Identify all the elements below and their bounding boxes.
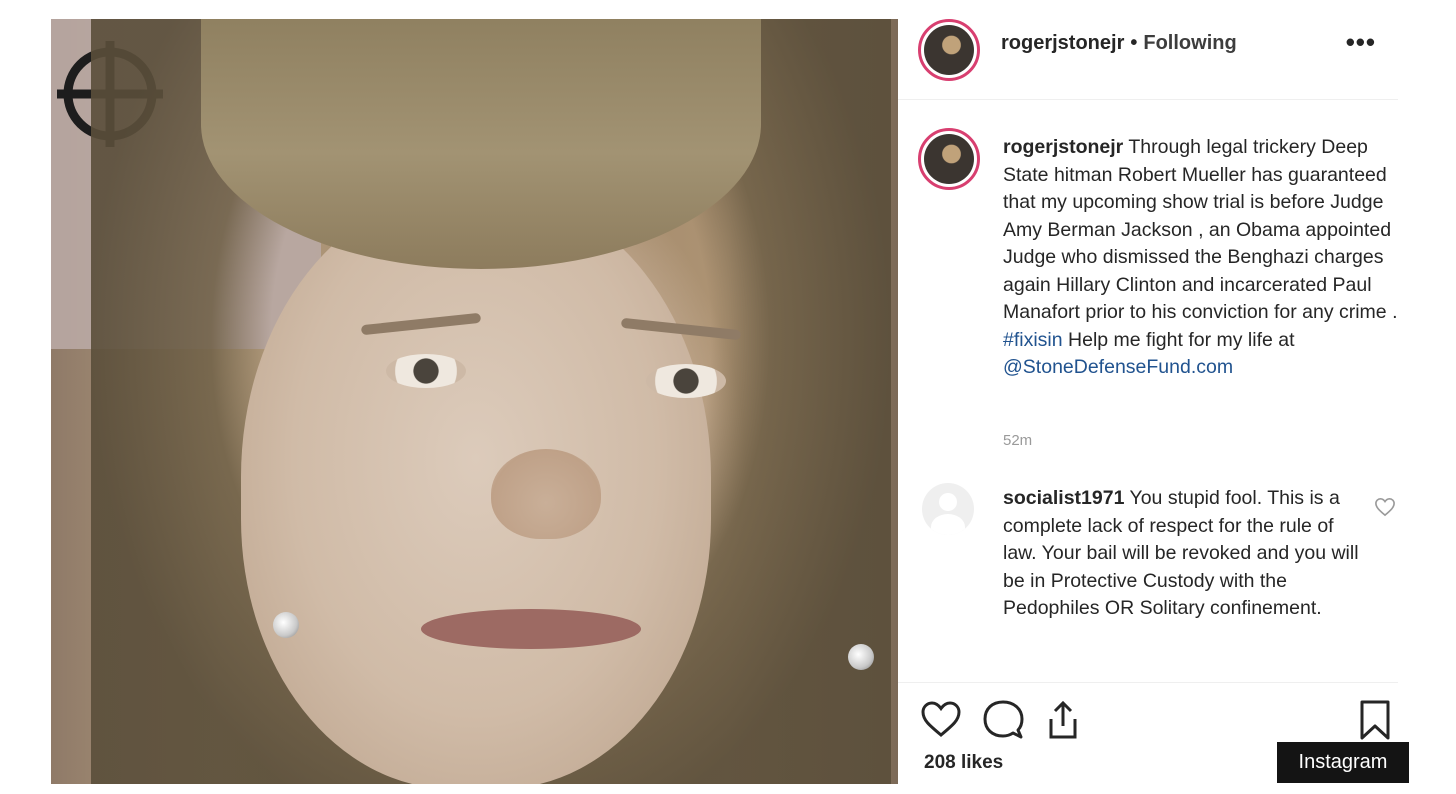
post-caption: rogerjstonejr Through legal trickery Dee… <box>1003 134 1398 382</box>
heart-icon[interactable] <box>920 699 962 741</box>
post-image <box>51 19 898 784</box>
default-avatar-body <box>931 514 965 535</box>
actions-divider <box>898 682 1398 683</box>
default-avatar-head <box>939 493 957 511</box>
left-earring <box>273 612 299 638</box>
caption-text: Through legal trickery Deep State hitman… <box>1003 136 1398 323</box>
action-bar <box>920 699 1390 741</box>
avatar-image <box>924 134 974 184</box>
right-eye <box>646 364 726 398</box>
likes-count[interactable]: 208 likes <box>924 752 1003 774</box>
comment-bubble-icon[interactable] <box>982 699 1024 741</box>
comment-username[interactable]: socialist1971 <box>1003 487 1124 509</box>
hashtag-link[interactable]: #fixisin <box>1003 329 1063 351</box>
face <box>241 189 711 784</box>
caption-username[interactable]: rogerjstonejr <box>1003 136 1123 158</box>
right-earring <box>848 644 874 670</box>
header-separator: • <box>1130 32 1138 54</box>
nose <box>491 449 601 539</box>
comment-avatar[interactable] <box>922 483 974 535</box>
caption-avatar[interactable] <box>918 128 980 190</box>
screenshot-stage: rogerjstonejr • Following ••• rogerjstonej… <box>0 0 1456 794</box>
header-divider <box>898 99 1398 100</box>
comment: socialist1971 You stupid fool. This is a… <box>1003 485 1363 623</box>
post-header: rogerjstonejr • Following <box>1001 32 1237 55</box>
header-username[interactable]: rogerjstonejr <box>1001 32 1124 54</box>
avatar-image <box>924 25 974 75</box>
mouth <box>421 609 641 649</box>
source-label: Instagram <box>1277 742 1409 783</box>
following-button[interactable]: Following <box>1143 32 1236 54</box>
post-timestamp[interactable]: 52m <box>1003 432 1032 449</box>
bookmark-icon[interactable] <box>1354 699 1396 741</box>
mention-link[interactable]: @StoneDefenseFund.com <box>1003 356 1233 378</box>
comment-like-heart-icon[interactable] <box>1374 497 1396 517</box>
header-avatar[interactable] <box>918 19 980 81</box>
post-side-panel: rogerjstonejr • Following ••• rogerjstonej… <box>898 19 1398 784</box>
left-eye <box>386 354 466 388</box>
more-options-icon[interactable]: ••• <box>1346 29 1376 55</box>
caption-text-after: Help me fight for my life at <box>1068 328 1295 351</box>
share-icon[interactable] <box>1042 699 1084 741</box>
